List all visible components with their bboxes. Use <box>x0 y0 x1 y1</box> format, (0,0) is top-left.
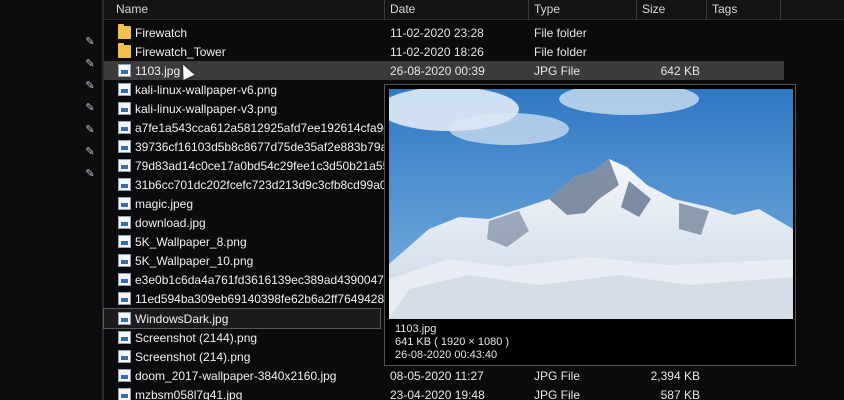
file-name: 79d83ad14c0ce17a0bd54c29fee1c3d50b21a554… <box>135 159 416 173</box>
file-row[interactable]: doom_2017-wallpaper-3840x2160.jpg 08-05-2… <box>104 366 784 385</box>
file-name: 1103.jpg <box>135 64 181 78</box>
file-name: Firewatch <box>135 26 188 40</box>
pin-icon[interactable]: ✎ <box>84 36 96 48</box>
file-name: 39736cf16103d5b8c8677d75de35af2e883b79a5… <box>135 140 414 154</box>
image-file-icon <box>118 254 131 267</box>
file-name: Firewatch_Tower <box>135 45 226 59</box>
column-separator[interactable] <box>780 0 781 20</box>
file-date: 26-08-2020 00:39 <box>390 64 485 78</box>
column-separator[interactable] <box>706 0 707 20</box>
column-header-size[interactable]: Size <box>642 2 665 16</box>
file-row[interactable]: WindowsDark.jpg <box>103 308 381 329</box>
pin-icon[interactable]: ✎ <box>84 146 96 158</box>
column-header-type[interactable]: Type <box>534 2 560 16</box>
file-name: magic.jpeg <box>135 197 194 211</box>
column-header-date[interactable]: Date <box>390 2 415 16</box>
file-date: 23-04-2020 19:48 <box>390 388 485 400</box>
preview-info: 1103.jpg 641 KB ( 1920 × 1080 ) 26-08-20… <box>395 323 509 362</box>
pin-icon[interactable]: ✎ <box>84 102 96 114</box>
file-name: e3e0b1c6da4a761fd3616139ec389ad4390047d1… <box>135 273 417 287</box>
file-name: kali-linux-wallpaper-v6.png <box>135 83 278 97</box>
file-type: File folder <box>534 26 587 40</box>
file-row[interactable]: 1103.jpg 26-08-2020 00:39 JPG File 642 KB <box>104 61 784 80</box>
file-name: doom_2017-wallpaper-3840x2160.jpg <box>135 369 337 383</box>
column-header-name[interactable]: Name <box>116 2 148 16</box>
preview-datetime: 26-08-2020 00:43:40 <box>395 349 498 361</box>
file-name: 5K_Wallpaper_8.png <box>135 235 247 249</box>
image-file-icon <box>118 312 131 325</box>
file-date: 11-02-2020 23:28 <box>390 26 484 40</box>
image-file-icon <box>118 83 131 96</box>
file-size: 587 KB <box>660 388 700 400</box>
column-separator[interactable] <box>636 0 637 20</box>
thumbnail-preview-tooltip: 1103.jpg 641 KB ( 1920 × 1080 ) 26-08-20… <box>384 84 796 366</box>
image-file-icon <box>118 197 131 210</box>
file-name: kali-linux-wallpaper-v3.png <box>135 102 278 116</box>
image-file-icon <box>118 235 131 248</box>
file-size: 642 KB <box>660 64 700 78</box>
image-file-icon <box>118 350 131 363</box>
column-separator[interactable] <box>384 0 385 20</box>
file-name: mzbsm058l7q41.jpg <box>135 388 243 400</box>
preview-image <box>389 89 793 319</box>
image-file-icon <box>118 121 131 134</box>
image-file-icon <box>118 64 131 77</box>
folder-icon <box>118 43 131 58</box>
file-date: 08-05-2020 11:27 <box>390 369 484 383</box>
image-file-icon <box>118 216 131 229</box>
navigation-pane: ✎ ✎ ✎ ✎ ✎ ✎ ✎ <box>0 0 102 400</box>
file-type: JPG File <box>534 388 581 400</box>
file-row[interactable]: Firewatch 11-02-2020 23:28 File folder <box>104 23 784 42</box>
file-type: File folder <box>534 45 587 59</box>
pin-icon[interactable]: ✎ <box>84 58 96 70</box>
file-date: 11-02-2020 18:26 <box>390 45 484 59</box>
pin-icon[interactable]: ✎ <box>84 168 96 180</box>
image-file-icon <box>118 369 131 382</box>
image-file-icon <box>118 273 131 286</box>
preview-filename: 1103.jpg <box>395 323 437 335</box>
pin-icon[interactable]: ✎ <box>84 80 96 92</box>
folder-icon <box>118 24 131 39</box>
file-name: Screenshot (2144).png <box>135 331 258 345</box>
file-name: download.jpg <box>135 216 206 230</box>
column-header: Name Date Type Size Tags <box>104 0 844 20</box>
image-file-icon <box>118 178 131 191</box>
file-type: JPG File <box>534 369 581 383</box>
file-name: a7fe1a543cca612a5812925afd7ee192614cfa9d… <box>135 121 414 135</box>
column-separator[interactable] <box>528 0 529 20</box>
image-file-icon <box>118 159 131 172</box>
file-name: 11ed594ba309eb69140398fe62b6a2ff76494283… <box>135 292 415 306</box>
file-name: 31b6cc701dc202fcefc723d213d9c3cfb8cd99a0… <box>135 178 406 192</box>
file-name: Screenshot (214).png <box>135 350 251 364</box>
preview-details: 641 KB ( 1920 × 1080 ) <box>395 336 510 348</box>
file-row[interactable]: Firewatch_Tower 11-02-2020 18:26 File fold… <box>104 42 784 61</box>
file-name: WindowsDark.jpg <box>135 312 229 326</box>
image-file-icon <box>118 292 131 305</box>
pin-icon[interactable]: ✎ <box>84 124 96 136</box>
file-row[interactable]: mzbsm058l7q41.jpg 23-04-2020 19:48 JPG Fil… <box>104 385 784 400</box>
file-type: JPG File <box>534 64 581 78</box>
image-file-icon <box>118 331 131 344</box>
file-name: 5K_Wallpaper_10.png <box>135 254 254 268</box>
image-file-icon <box>118 388 131 400</box>
image-file-icon <box>118 140 131 153</box>
file-size: 2,394 KB <box>650 369 700 383</box>
column-header-tags[interactable]: Tags <box>712 2 737 16</box>
image-file-icon <box>118 102 131 115</box>
